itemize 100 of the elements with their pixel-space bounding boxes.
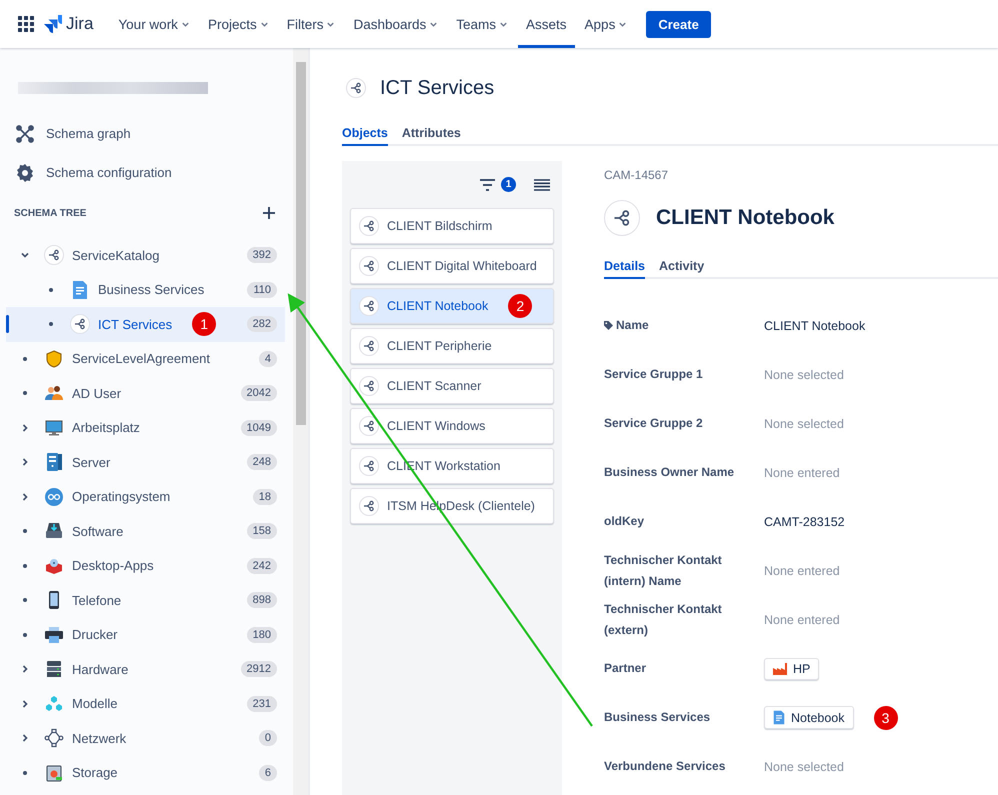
object-title: CLIENT Notebook: [656, 206, 834, 230]
tree-item[interactable]: Telefone 898: [6, 583, 285, 618]
object-list-item[interactable]: CLIENT Notebook 2: [350, 288, 554, 324]
shield-icon: [44, 348, 64, 369]
attribute-value: None selected: [764, 416, 844, 430]
bullet-icon: [23, 391, 27, 396]
bullet-icon: [49, 288, 53, 292]
share-icon: [359, 216, 379, 236]
tree-item[interactable]: Business Services 110: [6, 272, 285, 307]
share-icon: [70, 314, 90, 334]
object-list-item[interactable]: CLIENT Peripherie: [350, 328, 554, 364]
create-button[interactable]: Create: [646, 10, 711, 38]
factory-icon: [773, 662, 787, 674]
tree-item[interactable]: ServiceKatalog 392: [6, 238, 285, 272]
count-badge: 2912: [240, 661, 277, 678]
reference-chip[interactable]: Notebook: [764, 706, 854, 729]
tab[interactable]: Activity: [659, 254, 704, 279]
nav-item[interactable]: Dashboards: [345, 0, 446, 48]
share-icon: [346, 78, 366, 98]
count-badge: 242: [246, 558, 277, 574]
sidebar-link[interactable]: Schema graph: [6, 114, 285, 153]
chevron-right-icon[interactable]: [20, 698, 30, 709]
share-icon: [612, 208, 632, 228]
document-icon: [72, 280, 88, 300]
count-badge: 18: [252, 488, 277, 505]
jira-logo[interactable]: Jira: [44, 0, 94, 48]
attribute-label: Business Services: [604, 709, 712, 726]
bullet-icon: [23, 770, 27, 775]
nav-item[interactable]: Teams: [448, 0, 516, 48]
reference-chip[interactable]: HP: [764, 658, 820, 680]
object-list-item[interactable]: CLIENT Scanner: [350, 368, 554, 404]
tree-item[interactable]: Software 158: [6, 514, 285, 548]
count-badge: 6: [258, 764, 277, 781]
bullet-icon: [23, 564, 27, 568]
printer-icon: [44, 624, 64, 645]
share-icon: [359, 256, 379, 276]
count-badge: 4: [258, 350, 277, 367]
attribute-value: CAMT-283152: [764, 514, 845, 528]
chevron-right-icon[interactable]: [20, 492, 30, 502]
bullet-icon: [23, 598, 27, 602]
chevron-right-icon[interactable]: [20, 422, 30, 433]
attribute-label: Service Gruppe 1: [604, 366, 704, 383]
share-icon: [44, 245, 64, 266]
share-icon: [359, 296, 379, 316]
tree-item[interactable]: Arbeitsplatz 1049: [6, 410, 285, 445]
tree-item[interactable]: Server 248: [6, 445, 285, 480]
tree-item[interactable]: Modelle 231: [6, 686, 285, 721]
tree-item[interactable]: Netzwerk 0: [6, 721, 285, 756]
annotation-marker: 3: [874, 706, 898, 730]
tab[interactable]: Attributes: [402, 121, 461, 146]
attribute-label: Service Gruppe 2: [604, 415, 704, 432]
count-badge: 180: [246, 626, 277, 643]
attribute-label: Business Owner Name: [604, 464, 736, 481]
add-icon[interactable]: [263, 207, 275, 219]
chevron-right-icon[interactable]: [20, 733, 30, 744]
menu-icon[interactable]: [534, 178, 550, 190]
tree-item[interactable]: Desktop-Apps 242: [6, 548, 285, 583]
share-icon: [359, 496, 379, 516]
chevron-right-icon[interactable]: [20, 664, 30, 674]
annotation-marker: 1: [192, 312, 216, 336]
tab[interactable]: Objects: [342, 121, 388, 146]
nav-item[interactable]: Your work: [110, 0, 198, 48]
tree-item[interactable]: Drucker 180: [6, 618, 285, 652]
nav-item[interactable]: Assets: [518, 0, 575, 48]
app-grid-icon[interactable]: [18, 16, 34, 32]
tree-item[interactable]: Storage 6: [6, 756, 285, 790]
chevron-down-icon[interactable]: [20, 250, 30, 260]
attribute-label: Technischer Kontakt (extern): [604, 600, 723, 638]
attribute-value: CLIENT Notebook: [764, 318, 866, 332]
count-badge: 1049: [240, 420, 277, 436]
count-badge: 392: [246, 247, 277, 264]
object-list-item[interactable]: CLIENT Digital Whiteboard: [350, 248, 554, 284]
network-icon: [44, 728, 64, 748]
tab[interactable]: Details: [604, 254, 645, 279]
attribute-value: None entered: [764, 564, 840, 578]
object-key: CAM-14567: [604, 168, 998, 182]
filter-icon[interactable]: [480, 178, 495, 190]
tree-item[interactable]: AD User 2042: [6, 376, 285, 410]
attribute-value: None entered: [764, 466, 840, 480]
count-badge: 110: [247, 282, 277, 298]
object-list-item[interactable]: CLIENT Windows: [350, 408, 554, 444]
scrollbar[interactable]: [293, 48, 310, 795]
tree-item[interactable]: ICT Services 1 282: [6, 307, 285, 342]
tree-item[interactable]: ServiceLevelAgreement 4: [6, 342, 285, 376]
storage-stack-icon: [44, 659, 64, 680]
bullet-icon: [23, 529, 27, 534]
tree-item[interactable]: Hardware 2912: [6, 652, 285, 686]
monitor-icon: [44, 418, 64, 438]
share-icon: [359, 416, 379, 436]
annotation-marker: 2: [508, 294, 532, 318]
tree-item[interactable]: Operatingsystem 18: [6, 480, 285, 514]
attribute-value: None selected: [764, 368, 844, 382]
sidebar-link[interactable]: Schema configuration: [6, 153, 285, 192]
nav-item[interactable]: Filters: [278, 0, 344, 48]
object-list-item[interactable]: CLIENT Bildschirm: [350, 208, 554, 244]
chevron-right-icon[interactable]: [20, 457, 30, 468]
tag-icon: [604, 321, 613, 330]
nav-item[interactable]: Apps: [576, 0, 636, 48]
section-heading: SCHEMA TREE: [14, 208, 86, 218]
nav-item[interactable]: Projects: [200, 0, 277, 48]
